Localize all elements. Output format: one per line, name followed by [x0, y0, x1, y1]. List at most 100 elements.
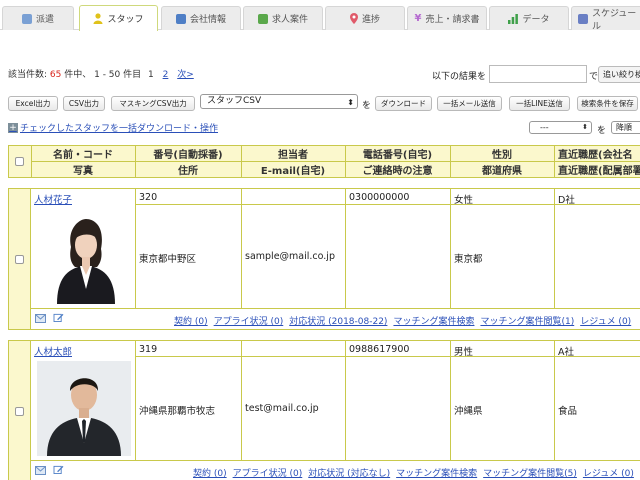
header-prefecture[interactable]: 都道府県: [450, 162, 554, 177]
staff-name-link[interactable]: 人材花子: [34, 192, 72, 206]
refine-de-label: で: [589, 72, 599, 82]
staff-gender: 女性: [454, 195, 474, 206]
result-summary: 該当件数: 65 件中、 1 - 50 件目 1 2 次>: [8, 67, 194, 80]
bulk-mail-button[interactable]: 一括メール送信: [437, 96, 502, 111]
divider: [554, 341, 555, 460]
apply-status-link[interactable]: アプライ状況 (0): [233, 469, 303, 479]
record-checkbox[interactable]: [15, 255, 24, 264]
yen-icon: ¥: [414, 13, 422, 24]
header-recent-department[interactable]: 直近職歴(配属部署: [558, 162, 640, 177]
select-all-checkbox[interactable]: [15, 157, 24, 166]
tab-label: スケジュール: [591, 8, 637, 32]
header-contact-notes[interactable]: ご連絡時の注意: [345, 162, 450, 177]
mail-icon[interactable]: [35, 314, 46, 323]
tab-schedule[interactable]: スケジュール: [571, 6, 640, 32]
header-name-code[interactable]: 名前・コード: [31, 146, 135, 161]
divider: [345, 189, 346, 308]
staff-photo: [37, 361, 131, 456]
next-page-link[interactable]: 次>: [177, 70, 194, 80]
header-address[interactable]: 住所: [135, 162, 241, 177]
matching-search-link[interactable]: マッチング案件検索: [393, 317, 474, 327]
man-portrait-image: [37, 361, 131, 456]
tab-progress[interactable]: 進捗: [325, 6, 405, 30]
wo-label: を: [362, 101, 372, 111]
matching-view-link[interactable]: マッチング案件閲覧(5): [483, 469, 577, 479]
csv-type-select[interactable]: スタッフCSV ⬍: [200, 94, 358, 109]
tab-data[interactable]: データ: [489, 6, 569, 30]
matching-search-link[interactable]: マッチング案件検索: [396, 469, 477, 479]
contracts-link[interactable]: 契約 (0): [193, 469, 227, 479]
plus-icon: +: [8, 122, 18, 133]
bulk-line-button[interactable]: 一括LINE送信: [509, 96, 570, 111]
refine-search-button[interactable]: 追い絞り検索: [598, 66, 640, 83]
staff-phone: 0988617900: [349, 344, 410, 355]
staff-table-header: 名前・コード 番号(自動採番) 担当者 電話番号(自宅) 性別 直近職歴(会社名…: [8, 145, 640, 178]
office-icon: [175, 13, 186, 24]
edit-icon[interactable]: [53, 465, 64, 474]
main-tab-bar: 派遣 スタッフ 会社情報 求人案件 進捗 ¥ 売上・請求書 データ スケジュール: [0, 0, 640, 32]
staff-prefecture: 東京都: [454, 254, 483, 265]
divider: [31, 308, 640, 309]
header-manager[interactable]: 担当者: [241, 146, 345, 161]
header-home-email[interactable]: E-mail(自宅): [241, 162, 345, 177]
divider: [554, 189, 555, 308]
header-gender[interactable]: 性別: [450, 146, 554, 161]
header-home-phone[interactable]: 電話番号(自宅): [345, 146, 450, 161]
staff-recent-department: 食品: [558, 406, 578, 417]
tab-label: データ: [522, 15, 550, 25]
result-count: 65: [49, 70, 62, 80]
apply-status-link[interactable]: アプライ状況 (0): [214, 317, 284, 327]
matching-view-link[interactable]: マッチング案件閲覧(1): [480, 317, 574, 327]
staff-action-links: 契約 (0) アプライ状況 (0) 対応状況 (対応なし) マッチング案件検索 マッチン…: [193, 466, 640, 479]
select-caret-icon: ⬍: [582, 123, 588, 131]
staff-recent-company: D社: [558, 195, 575, 206]
csv-type-value: スタッフCSV: [207, 96, 262, 106]
chart-icon: [508, 13, 519, 24]
staff-record-card: 人材花子 320 0300000000 女性 D社 東京都中野区 sample@…: [8, 188, 640, 330]
save-search-button[interactable]: 検索条件を保存: [577, 96, 638, 111]
list-icon: [257, 13, 268, 24]
staff-record-card: 人材太郎 319 0988617900 男性 A社 沖縄県那覇市牧志 test@…: [8, 340, 640, 480]
csv-export-button[interactable]: CSV出力: [63, 96, 105, 111]
divider: [135, 189, 136, 308]
refine-search-input[interactable]: [489, 65, 587, 83]
building-icon: [21, 13, 32, 24]
staff-name-link[interactable]: 人材太郎: [34, 344, 72, 358]
tab-label: スタッフ: [107, 15, 144, 25]
resume-link[interactable]: レジュメ (0): [583, 469, 634, 479]
staff-gender: 男性: [454, 347, 474, 358]
divider: [241, 341, 242, 460]
tab-dispatch[interactable]: 派遣: [2, 6, 74, 30]
mail-icon[interactable]: [35, 466, 46, 475]
tab-sales-invoices[interactable]: ¥ 売上・請求書: [407, 6, 487, 30]
staff-email: test@mail.co.jp: [245, 403, 319, 414]
person-icon: [93, 13, 103, 24]
tab-company[interactable]: 会社情報: [161, 6, 241, 30]
header-number[interactable]: 番号(自動採番): [135, 146, 241, 161]
response-status-link[interactable]: 対応状況 (2018-08-22): [289, 317, 387, 327]
tab-staff[interactable]: スタッフ: [79, 5, 158, 31]
sort-field-select[interactable]: --- ⬍: [529, 121, 592, 134]
record-checkbox[interactable]: [15, 407, 24, 416]
page-2-link[interactable]: 2: [163, 70, 169, 80]
header-recent-company[interactable]: 直近職歴(会社名: [558, 146, 640, 161]
masking-csv-export-button[interactable]: マスキングCSV出力: [111, 96, 195, 111]
bulk-download-link[interactable]: + チェックしたスタッフを一括ダウンロード・操作: [8, 121, 218, 134]
result-prefix: 該当件数:: [8, 70, 48, 80]
tab-job-orders[interactable]: 求人案件: [243, 6, 323, 30]
calendar-icon: [578, 13, 588, 24]
contracts-link[interactable]: 契約 (0): [174, 317, 208, 327]
download-button[interactable]: ダウンロード: [375, 96, 432, 111]
staff-action-links: 契約 (0) アプライ状況 (0) 対応状況 (2018-08-22) マッチング案件…: [174, 314, 637, 327]
select-caret-icon: ⬍: [347, 98, 354, 107]
record-select-column: [9, 189, 31, 329]
resume-link[interactable]: レジュメ (0): [580, 317, 631, 327]
result-range: 件中、 1 - 50 件目: [64, 70, 142, 80]
bulk-download-label: チェックしたスタッフを一括ダウンロード・操作: [20, 124, 219, 134]
staff-address: 東京都中野区: [139, 254, 197, 265]
excel-export-button[interactable]: Excel出力: [8, 96, 58, 111]
response-status-link[interactable]: 対応状況 (対応なし): [308, 469, 390, 479]
edit-icon[interactable]: [53, 313, 64, 322]
sort-order-select[interactable]: 降順: [611, 121, 640, 134]
staff-phone: 0300000000: [349, 192, 410, 203]
